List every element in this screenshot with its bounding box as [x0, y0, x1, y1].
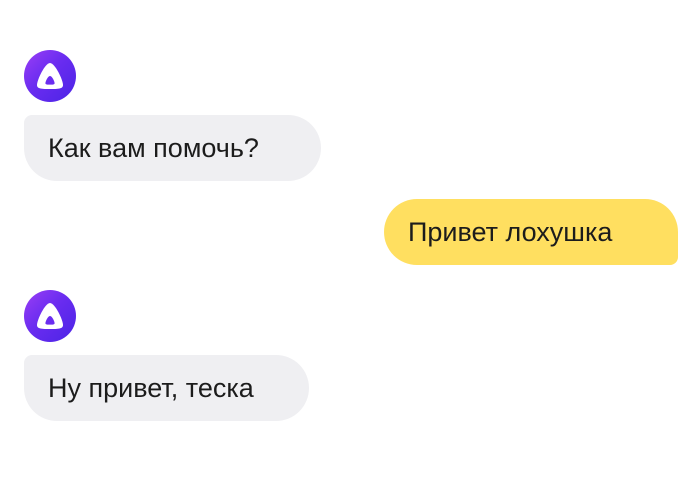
assistant-message-bubble: Как вам помочь? — [24, 115, 321, 181]
assistant-message-bubble: Ну привет, теска — [24, 355, 309, 421]
user-message-bubble: Привет лохушка — [384, 199, 678, 265]
alice-assistant-icon — [37, 303, 63, 329]
message-text: Ну привет, теска — [48, 373, 254, 403]
assistant-avatar — [24, 50, 76, 102]
message-text: Как вам помочь? — [48, 133, 259, 163]
assistant-avatar — [24, 290, 76, 342]
message-text: Привет лохушка — [408, 217, 613, 247]
alice-assistant-icon — [37, 63, 63, 89]
